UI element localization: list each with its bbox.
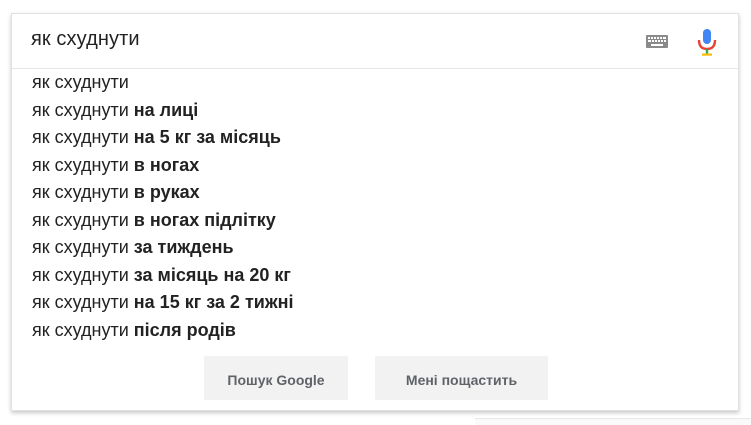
suggestion-completion: на 5 кг за місяць: [133, 127, 281, 147]
button-row: Пошук Google Мені пощастить: [12, 356, 738, 400]
suggestion-completion: після родів: [133, 319, 236, 340]
suggestion-item[interactable]: як схуднути в ногах підлітку: [12, 207, 738, 235]
suggestion-prefix: як схуднути: [32, 127, 129, 147]
suggestion-prefix: як схуднути: [32, 237, 129, 257]
microphone-icon[interactable]: [696, 28, 718, 56]
search-autocomplete-box: як схуднути як схуднути як схуднути на л…: [11, 13, 739, 411]
suggestion-completion: за місяць на 20 кг: [133, 264, 291, 285]
suggestion-completion: на 15 кг за 2 тижні: [133, 292, 294, 312]
suggestion-item[interactable]: як схуднути в руках: [12, 179, 738, 207]
suggestion-prefix: як схуднути: [32, 264, 129, 285]
suggestion-item[interactable]: як схуднути за тиждень: [12, 234, 738, 262]
suggestion-prefix: як схуднути: [32, 154, 129, 175]
suggestion-item[interactable]: як схуднути на лиці: [12, 97, 738, 125]
suggestion-item[interactable]: як схуднути: [12, 69, 738, 97]
suggestion-prefix: як схуднути: [32, 99, 129, 120]
suggestion-item[interactable]: як схуднути на 15 кг за 2 тижні: [12, 289, 738, 317]
suggestion-item[interactable]: як схуднути після родів: [12, 317, 738, 345]
suggestion-completion: в руках: [133, 182, 200, 202]
suggestion-completion: в ногах: [133, 154, 200, 175]
search-input[interactable]: як схуднути: [31, 28, 140, 51]
suggestion-prefix: як схуднути: [32, 319, 129, 340]
google-search-button[interactable]: Пошук Google: [204, 356, 348, 400]
suggestion-item[interactable]: як схуднути на 5 кг за місяць: [12, 124, 738, 152]
suggestion-completion: за тиждень: [133, 237, 234, 257]
suggestion-item[interactable]: як схуднути за місяць на 20 кг: [12, 262, 738, 290]
suggestion-completion: на лиці: [133, 99, 199, 120]
feeling-lucky-button[interactable]: Мені пощастить: [375, 356, 548, 400]
keyboard-icon[interactable]: [646, 35, 668, 48]
suggestion-prefix: як схуднути: [32, 182, 129, 202]
background-page-edge: [475, 418, 751, 425]
suggestion-prefix: як схуднути: [32, 292, 129, 312]
suggestion-prefix: як схуднути: [32, 72, 129, 92]
suggestion-completion: в ногах підлітку: [133, 209, 276, 230]
suggestion-item[interactable]: як схуднути в ногах: [12, 152, 738, 180]
suggestion-prefix: як схуднути: [32, 209, 129, 230]
suggestion-list: як схуднути як схуднути на лиці як схудн…: [12, 69, 738, 344]
search-bar[interactable]: як схуднути: [12, 14, 738, 69]
page: як схуднути як схуднути як схуднути на л…: [0, 0, 751, 425]
